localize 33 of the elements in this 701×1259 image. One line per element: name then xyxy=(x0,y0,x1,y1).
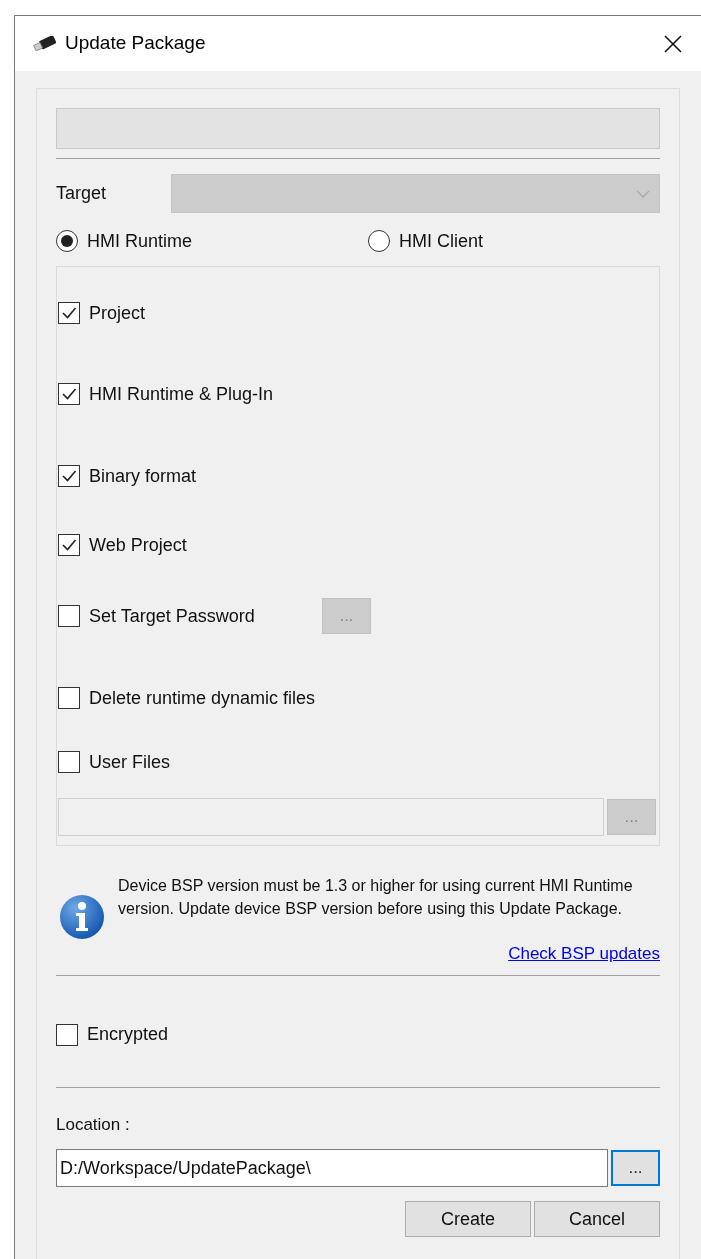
radio-label: HMI Runtime xyxy=(87,229,193,253)
window-title: Update Package xyxy=(65,31,206,56)
option-label: Binary format xyxy=(89,464,197,488)
dialog-button[interactable]: Create xyxy=(405,1201,531,1237)
option-label: HMI Runtime & Plug-In xyxy=(89,382,274,406)
checkbox[interactable] xyxy=(58,302,80,324)
target-label: Target xyxy=(56,182,108,205)
location-field[interactable]: D:/Workspace/UpdatePackage\ xyxy=(56,1149,608,1187)
dialog-button[interactable]: Cancel xyxy=(534,1201,660,1237)
radio-button[interactable] xyxy=(56,230,78,252)
option-label: Web Project xyxy=(89,533,187,557)
radio-button[interactable] xyxy=(368,230,390,252)
info-message: Device BSP version must be 1.3 or higher for using current HMI Runtime version. Update device BSP version before using this Update Package. xyxy=(118,876,634,919)
info-icon xyxy=(59,894,105,940)
browse-button[interactable]: ... xyxy=(611,1150,660,1186)
checkbox[interactable] xyxy=(56,1023,78,1046)
option-label: User Files xyxy=(89,750,170,774)
radio-label: HMI Client xyxy=(399,229,483,253)
chevron-down-icon xyxy=(635,188,651,199)
checkbox[interactable] xyxy=(58,751,80,773)
checkbox[interactable] xyxy=(58,605,80,627)
option-label: Delete runtime dynamic files xyxy=(89,686,316,710)
usb-stick-icon xyxy=(31,35,59,52)
checkbox[interactable] xyxy=(58,383,80,405)
close-icon xyxy=(663,33,683,54)
checkbox[interactable] xyxy=(58,687,80,709)
location-label: Location : xyxy=(56,1113,131,1136)
encrypted-label: Encrypted xyxy=(87,1023,169,1046)
option-label: Set Target Password xyxy=(89,604,256,628)
checkbox[interactable] xyxy=(58,534,80,556)
checkbox[interactable] xyxy=(58,465,80,487)
check-bsp-updates-link[interactable]: Check BSP updates xyxy=(508,941,660,967)
option-label: Project xyxy=(89,301,146,325)
